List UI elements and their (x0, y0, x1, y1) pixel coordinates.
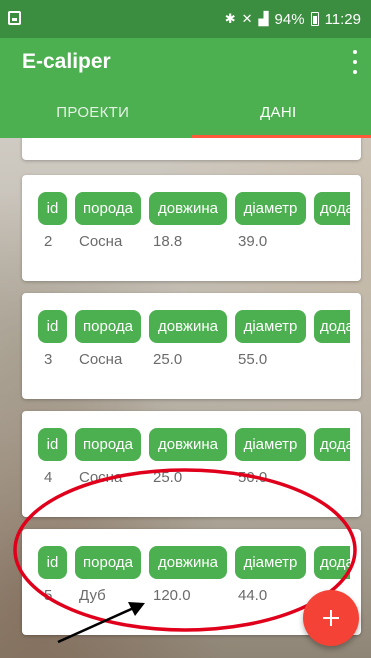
record-card[interactable]: id порода довжина діаметр дода 4 Сосна 2… (22, 411, 361, 517)
column-header-row: id порода довжина діаметр дода (38, 310, 350, 343)
records-list[interactable]: id порода довжина діаметр дода 2 Сосна 1… (0, 138, 371, 658)
id-chip: id (38, 428, 67, 461)
record-card[interactable]: id порода довжина діаметр дода 2 Сосна 1… (22, 175, 361, 281)
record-length: 25.0 (153, 469, 183, 486)
record-species: Сосна (79, 233, 123, 250)
diameter-chip: діаметр (235, 428, 306, 461)
length-chip: довжина (149, 428, 227, 461)
record-id: 2 (44, 233, 53, 250)
record-id: 5 (44, 587, 53, 604)
tab-bar: ПРОЕКТИ ДАНІ (0, 86, 371, 138)
record-card-partial[interactable] (22, 138, 361, 160)
status-bar: ✱ ✕ ▟ 94% 11:29 (0, 0, 371, 38)
tab-projects[interactable]: ПРОЕКТИ (0, 86, 186, 138)
species-chip: порода (75, 428, 141, 461)
column-header-row: id порода довжина діаметр дода (38, 428, 350, 461)
record-diameter: 50.0 (238, 469, 268, 486)
id-chip: id (38, 546, 67, 579)
length-chip: довжина (149, 310, 227, 343)
notification-icon (8, 11, 21, 25)
extra-chip: дода (314, 310, 350, 343)
record-species: Дуб (79, 587, 106, 604)
signal-icon: ▟ (258, 11, 269, 26)
record-id: 4 (44, 469, 53, 486)
extra-chip: дода (314, 546, 350, 579)
id-chip: id (38, 310, 67, 343)
extra-chip: дода (314, 192, 350, 225)
column-header-row: id порода довжина діаметр дода (38, 546, 350, 579)
overflow-menu-icon[interactable] (351, 50, 359, 74)
record-species: Сосна (79, 351, 123, 368)
app-title: E-caliper (22, 50, 111, 73)
record-species: Сосна (79, 469, 123, 486)
species-chip: порода (75, 192, 141, 225)
species-chip: порода (75, 546, 141, 579)
diameter-chip: діаметр (235, 192, 306, 225)
record-id: 3 (44, 351, 53, 368)
add-record-button[interactable] (303, 590, 359, 646)
battery-icon (310, 12, 319, 26)
bluetooth-icon: ✱ (224, 11, 236, 26)
record-length: 120.0 (153, 587, 191, 604)
record-length: 18.8 (153, 233, 183, 250)
record-diameter: 44.0 (238, 587, 268, 604)
record-diameter: 55.0 (238, 351, 268, 368)
diameter-chip: діаметр (235, 546, 306, 579)
status-icons: ✱ ✕ ▟ 94% 11:29 (225, 9, 361, 29)
extra-chip: дода (314, 428, 350, 461)
record-length: 25.0 (153, 351, 183, 368)
id-chip: id (38, 192, 67, 225)
battery-percent: 94% (274, 10, 305, 28)
record-diameter: 39.0 (238, 233, 268, 250)
mute-icon: ✕ (241, 11, 253, 26)
app-bar: E-caliper (0, 38, 371, 86)
diameter-chip: діаметр (235, 310, 306, 343)
record-card[interactable]: id порода довжина діаметр дода 3 Сосна 2… (22, 293, 361, 399)
column-header-row: id порода довжина діаметр дода (38, 192, 350, 225)
length-chip: довжина (149, 192, 227, 225)
clock: 11:29 (324, 10, 361, 28)
length-chip: довжина (149, 546, 227, 579)
species-chip: порода (75, 310, 141, 343)
tab-data[interactable]: ДАНІ (186, 86, 371, 138)
